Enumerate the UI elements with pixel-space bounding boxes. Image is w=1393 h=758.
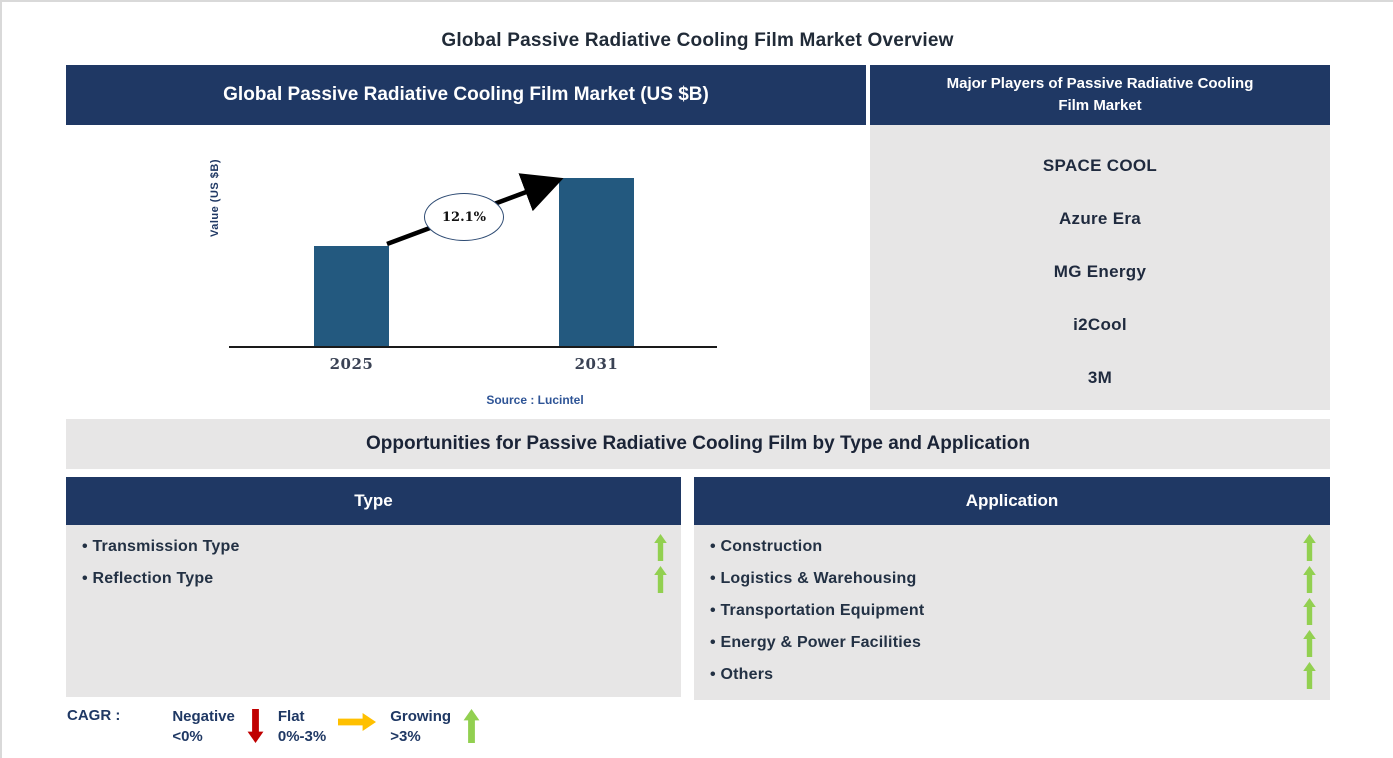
- list-item: Others: [694, 659, 1330, 691]
- opportunities-title-band: Opportunities for Passive Radiative Cool…: [66, 419, 1330, 469]
- type-panel-header: Type: [66, 477, 681, 525]
- growing-up-arrow-icon: [463, 709, 480, 743]
- list-item: Transportation Equipment: [694, 595, 1330, 627]
- chart-panel-header: Global Passive Radiative Cooling Film Ma…: [66, 65, 866, 125]
- application-item-label: Others: [710, 666, 1303, 684]
- player-name: MG Energy: [1053, 261, 1147, 281]
- player-name: 3M: [1087, 367, 1113, 387]
- cagr-annotation-value: 12.1%: [441, 209, 486, 225]
- application-panel-header-label: Application: [965, 491, 1059, 510]
- legend-growing-name: Growing: [390, 708, 452, 725]
- player-name: SPACE COOL: [1042, 155, 1158, 175]
- player-name: i2Cool: [1073, 314, 1127, 334]
- negative-down-arrow-icon: [247, 709, 264, 743]
- cagr-legend-label: CAGR :: [67, 707, 121, 724]
- y-axis-label: Value (US $B): [209, 158, 221, 238]
- legend-flat-range: 0%-3%: [277, 728, 327, 746]
- growing-up-arrow-icon: [654, 533, 667, 561]
- player-name: Azure Era: [1058, 208, 1142, 228]
- list-item: Transmission Type: [66, 531, 681, 563]
- application-item-label: Energy & Power Facilities: [710, 634, 1303, 652]
- cagr-annotation: 12.1%: [424, 193, 504, 241]
- growing-up-arrow-icon: [1303, 533, 1316, 561]
- type-panel-header-label: Type: [354, 491, 393, 510]
- list-item: Energy & Power Facilities: [694, 627, 1330, 659]
- application-panel-header: Application: [694, 477, 1330, 525]
- legend-negative-range: <0%: [172, 728, 203, 746]
- type-item-label: Transmission Type: [82, 538, 654, 556]
- growing-up-arrow-icon: [1303, 629, 1316, 657]
- list-item: Construction: [694, 531, 1330, 563]
- legend-item-negative: Negative <0%: [172, 707, 278, 748]
- type-item-label: Reflection Type: [82, 570, 654, 588]
- legend-growing-range: >3%: [390, 728, 421, 746]
- bar-chart: Value (US $B) 12.1% 2025 2031 Source : L…: [66, 125, 866, 412]
- legend-negative-name: Negative: [172, 708, 235, 725]
- plot-area: 12.1%: [229, 125, 717, 348]
- page-title: Global Passive Radiative Cooling Film Ma…: [441, 30, 954, 51]
- opportunities-title: Opportunities for Passive Radiative Cool…: [365, 433, 1031, 454]
- x-tick-2025: 2025: [329, 355, 374, 373]
- legend-item-flat: Flat 0%-3%: [278, 707, 390, 748]
- growing-up-arrow-icon: [1303, 661, 1316, 689]
- application-item-label: Transportation Equipment: [710, 602, 1303, 620]
- application-panel-body: Construction Logistics & Warehousing Tra…: [694, 525, 1330, 700]
- growing-up-arrow-icon: [1303, 597, 1316, 625]
- source-note: Source : Lucintel: [486, 393, 584, 407]
- list-item: Logistics & Warehousing: [694, 563, 1330, 595]
- x-tick-2031: 2031: [574, 355, 619, 373]
- application-item-label: Logistics & Warehousing: [710, 570, 1303, 588]
- players-panel-header: Major Players of Passive Radiative Cooli…: [870, 65, 1330, 125]
- type-panel-body: Transmission Type Reflection Type: [66, 525, 681, 697]
- growing-up-arrow-icon: [1303, 565, 1316, 593]
- cagr-legend: CAGR : Negative <0% Flat 0%-3% Growing >…: [67, 707, 494, 749]
- flat-right-arrow-icon: [338, 713, 377, 731]
- players-panel-header-label: Major Players of Passive Radiative Cooli…: [946, 75, 1254, 114]
- list-item: Reflection Type: [66, 563, 681, 595]
- players-list: SPACE COOL Azure Era MG Energy i2Cool 3M: [870, 125, 1330, 410]
- legend-flat-name: Flat: [277, 708, 305, 725]
- legend-item-growing: Growing >3%: [390, 707, 494, 748]
- application-item-label: Construction: [710, 538, 1303, 556]
- chart-panel-header-label: Global Passive Radiative Cooling Film Ma…: [223, 84, 709, 105]
- growing-up-arrow-icon: [654, 565, 667, 593]
- infographic-page: { "page": { "title": "Global Passive Rad…: [0, 0, 1393, 758]
